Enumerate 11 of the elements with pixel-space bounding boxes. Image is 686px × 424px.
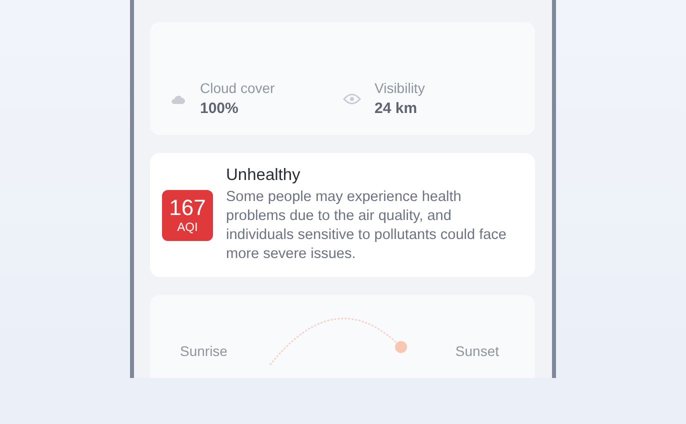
- condition-label: Visibility: [374, 80, 425, 96]
- sunrise-label: Sunrise: [180, 343, 228, 359]
- eye-icon: [342, 92, 360, 104]
- aqi-unit: AQI: [177, 220, 198, 234]
- aqi-description: Some people may experience health problems due to the air quality, and individuals sensitive to pollutants could face more severe issues.: [226, 188, 508, 264]
- condition-value: 100%: [200, 100, 240, 117]
- sunset-label: Sunset: [455, 343, 499, 359]
- condition-label: Cloud cover: [200, 80, 275, 96]
- aqi-value: 167: [169, 196, 206, 220]
- condition-value: 24 km: [374, 100, 418, 117]
- aqi-title: Unhealthy: [226, 166, 302, 185]
